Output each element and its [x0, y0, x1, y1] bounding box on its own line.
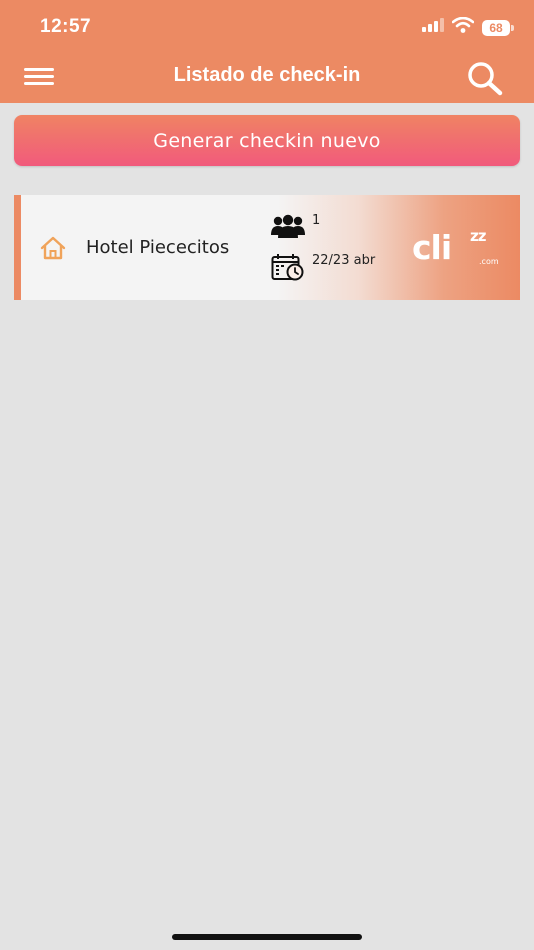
calendar-clock-icon: [271, 253, 305, 281]
clizzz-logo: cli zz .com: [412, 227, 499, 267]
status-icons: 68: [422, 16, 514, 38]
search-icon[interactable]: [464, 58, 504, 98]
signal-icon: [422, 18, 444, 37]
battery-tip: [511, 24, 514, 31]
hotel-name: Hotel Piececitos: [86, 237, 230, 258]
group-icon: [270, 213, 306, 239]
app-header: 12:57 68 Listado de check-in: [0, 0, 534, 103]
page-title: Listado de check-in: [173, 64, 361, 86]
stay-dates: 22/23 abr: [312, 253, 376, 268]
new-checkin-button[interactable]: Generar checkin nuevo: [14, 115, 520, 166]
home-icon: [39, 235, 67, 261]
card-accent-stripe: [14, 195, 21, 300]
battery-icon: 68: [482, 19, 510, 36]
guests-count: 1: [312, 213, 321, 228]
status-time: 12:57: [40, 16, 92, 37]
wifi-icon: [451, 16, 475, 38]
home-indicator[interactable]: [172, 934, 362, 940]
checkin-card[interactable]: Hotel Piececitos 1 22/23 abr cli zz .com: [14, 195, 520, 300]
